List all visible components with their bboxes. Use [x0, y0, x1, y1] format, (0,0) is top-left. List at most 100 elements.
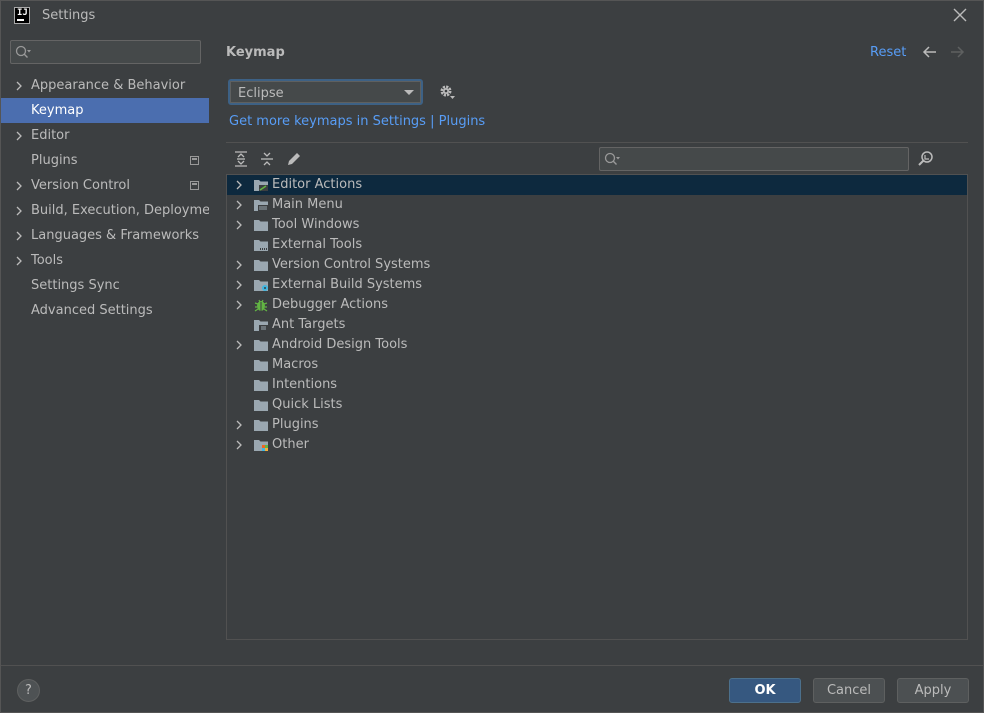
chevron-right-icon[interactable] — [235, 260, 243, 270]
project-settings-icon — [190, 181, 199, 190]
sidebar-item[interactable]: Tools — [1, 248, 209, 273]
page-title: Keymap — [226, 45, 285, 60]
folder-icon — [254, 220, 268, 231]
tree-row-label: Tool Windows — [272, 217, 360, 232]
search-icon — [604, 152, 620, 165]
chevron-right-icon[interactable] — [15, 131, 23, 141]
chevron-right-icon[interactable] — [235, 300, 243, 310]
settings-link[interactable]: Get more keymaps in Settings — [229, 114, 426, 129]
sidebar-item[interactable]: Build, Execution, Deployment — [1, 198, 223, 223]
tree-row[interactable]: Android Design Tools — [227, 335, 967, 355]
chevron-right-icon[interactable] — [15, 181, 23, 191]
cancel-button[interactable]: Cancel — [813, 678, 885, 703]
folder-icon — [254, 400, 268, 411]
chevron-right-icon[interactable] — [235, 440, 243, 450]
apply-button[interactable]: Apply — [897, 678, 969, 703]
sidebar-item-label: Tools — [31, 253, 64, 268]
sidebar-item[interactable]: Advanced Settings — [1, 298, 209, 323]
tree-row-label: Plugins — [272, 417, 319, 432]
tree-row[interactable]: Macros — [227, 355, 967, 375]
keymap-select-value: Eclipse — [238, 86, 284, 101]
sidebar-item[interactable]: Editor — [1, 123, 209, 148]
main-menu-icon — [254, 200, 268, 211]
bug-icon — [254, 299, 268, 312]
folder-icon — [254, 360, 268, 371]
tree-row-label: Android Design Tools — [272, 337, 408, 352]
keymap-select[interactable]: Eclipse — [228, 79, 423, 105]
chevron-down-icon — [404, 90, 414, 95]
ant-targets-icon — [254, 320, 268, 331]
tree-row-label: Version Control Systems — [272, 257, 431, 272]
folder-icon — [254, 420, 268, 431]
get-more-keymaps-link[interactable]: Get more keymaps in Settings | Plugins — [229, 114, 485, 129]
sidebar-search-input[interactable] — [10, 40, 201, 64]
expand-all-icon[interactable] — [232, 150, 250, 168]
back-arrow-icon[interactable] — [922, 44, 938, 60]
ok-button[interactable]: OK — [729, 678, 801, 703]
sidebar-item[interactable]: Version Control — [1, 173, 209, 198]
edit-pencil-icon[interactable] — [285, 150, 303, 168]
sidebar-item-label: Editor — [31, 128, 70, 143]
tree-row[interactable]: Other — [227, 435, 967, 455]
tree-row[interactable]: Intentions — [227, 375, 967, 395]
find-by-shortcut-icon[interactable] — [917, 150, 935, 168]
sidebar-item-label: Languages & Frameworks — [31, 228, 200, 243]
search-icon — [15, 45, 31, 58]
tree-row-label: Ant Targets — [272, 317, 346, 332]
chevron-right-icon[interactable] — [15, 231, 23, 241]
tree-row-label: External Build Systems — [272, 277, 423, 292]
build-systems-icon — [254, 280, 268, 291]
tree-row[interactable]: Editor Actions — [227, 175, 967, 195]
chevron-right-icon[interactable] — [235, 180, 243, 190]
tree-row[interactable]: External Tools — [227, 235, 967, 255]
reset-link[interactable]: Reset — [870, 45, 906, 60]
project-settings-icon — [190, 156, 199, 165]
tree-row[interactable]: Tool Windows — [227, 215, 967, 235]
sidebar-item[interactable]: Plugins — [1, 148, 209, 173]
tree-row[interactable]: Main Menu — [227, 195, 967, 215]
tree-row[interactable]: Quick Lists — [227, 395, 967, 415]
sidebar-item-label: Plugins — [31, 153, 78, 168]
chevron-right-icon[interactable] — [15, 81, 23, 91]
sidebar-item[interactable]: Keymap — [1, 98, 209, 123]
sidebar-item-label: Appearance & Behavior — [31, 78, 186, 93]
divider — [226, 142, 968, 143]
plugins-link[interactable]: Plugins — [439, 114, 486, 129]
chevron-right-icon[interactable] — [235, 340, 243, 350]
sidebar-item[interactable]: Languages & Frameworks — [1, 223, 209, 248]
tree-row[interactable]: Plugins — [227, 415, 967, 435]
folder-icon — [254, 260, 268, 271]
tree-row-label: Main Menu — [272, 197, 343, 212]
help-button[interactable]: ? — [17, 679, 40, 702]
close-icon[interactable] — [951, 6, 969, 24]
chevron-right-icon[interactable] — [235, 220, 243, 230]
intellij-app-icon: IJ — [14, 7, 30, 24]
chevron-right-icon[interactable] — [235, 200, 243, 210]
tree-row[interactable]: Debugger Actions — [227, 295, 967, 315]
tree-row[interactable]: External Build Systems — [227, 275, 967, 295]
tree-row-label: Intentions — [272, 377, 338, 392]
sidebar-item-label: Settings Sync — [31, 278, 120, 293]
keymap-panel: Keymap Reset Eclipse Get more keymaps in… — [209, 31, 983, 665]
settings-sidebar: Appearance & Behavior Keymap Editor Plugins… — [1, 31, 223, 665]
settings-window: IJ Settings Appearance & Behavior Keymap E… — [0, 0, 984, 713]
sidebar-item[interactable]: Settings Sync — [1, 273, 209, 298]
tree-row[interactable]: Version Control Systems — [227, 255, 967, 275]
window-title: Settings — [42, 8, 96, 23]
forward-arrow-icon[interactable] — [949, 44, 965, 60]
sidebar-item[interactable]: Appearance & Behavior — [1, 73, 209, 98]
sidebar-item-label: Advanced Settings — [31, 303, 153, 318]
sidebar-item-label: Version Control — [31, 178, 130, 193]
chevron-right-icon[interactable] — [15, 206, 23, 216]
tree-row[interactable]: Ant Targets — [227, 315, 967, 335]
tree-search-input[interactable] — [599, 147, 909, 171]
chevron-right-icon[interactable] — [15, 256, 23, 266]
collapse-all-icon[interactable] — [258, 150, 276, 168]
gear-icon[interactable] — [438, 83, 456, 101]
editor-actions-icon — [254, 180, 268, 191]
tree-row-label: Quick Lists — [272, 397, 343, 412]
keymap-tree[interactable]: Editor Actions Main Menu Tool Windows Exter… — [226, 174, 968, 640]
chevron-right-icon[interactable] — [235, 280, 243, 290]
tree-row-label: External Tools — [272, 237, 363, 252]
chevron-right-icon[interactable] — [235, 420, 243, 430]
